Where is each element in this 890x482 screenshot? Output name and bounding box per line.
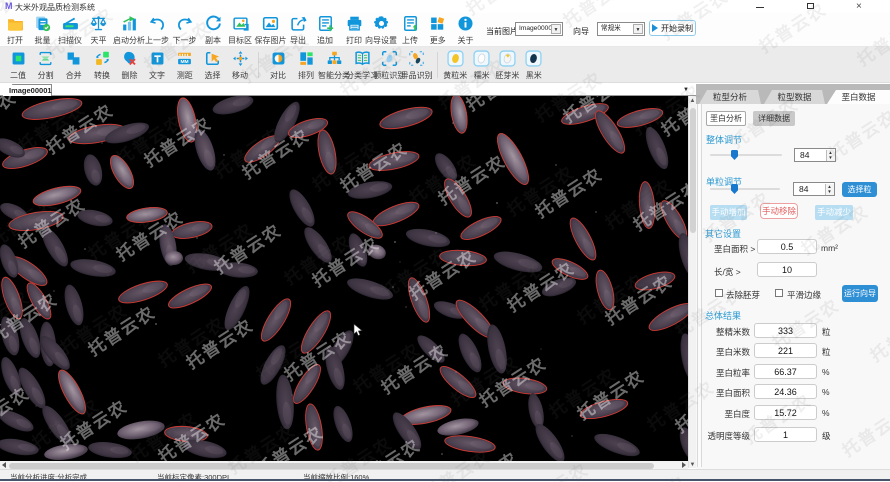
svg-text:MM: MM bbox=[181, 59, 189, 65]
